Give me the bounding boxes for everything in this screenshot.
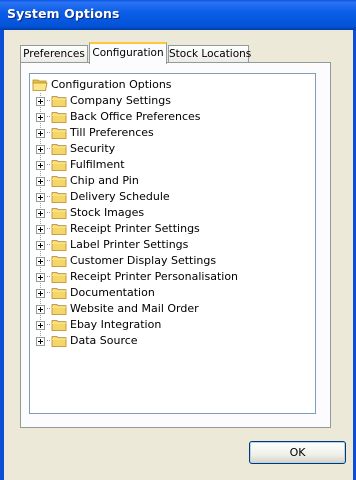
tree-root-label: Configuration Options [51, 78, 172, 91]
expand-plus-icon[interactable] [36, 288, 45, 298]
folder-icon [51, 176, 67, 187]
tree-connector [47, 260, 50, 262]
tree-connector [47, 100, 50, 102]
folder-icon [51, 336, 67, 347]
tree-connector [47, 196, 50, 198]
tree-connector [47, 116, 50, 118]
tree-item-label: Till Preferences [70, 126, 154, 139]
tree-item-label: Receipt Printer Settings [70, 222, 200, 235]
tree-item-label: Website and Mail Order [70, 302, 199, 315]
tree-item-label: Receipt Printer Personalisation [70, 270, 239, 283]
tab-preferences-label: Preferences [23, 48, 85, 60]
tree-connector [47, 180, 50, 182]
configuration-tree[interactable]: Configuration Options Company Settings Ba… [29, 73, 316, 414]
tree-connector [47, 164, 50, 166]
tree-connector [47, 324, 50, 326]
expand-plus-icon[interactable] [36, 128, 45, 138]
expand-plus-icon[interactable] [36, 320, 45, 330]
folder-icon [51, 288, 67, 299]
tree-item[interactable]: Delivery Schedule [36, 189, 171, 205]
tree-connector [47, 132, 50, 134]
tree-item[interactable]: Ebay Integration [36, 317, 162, 333]
tree-item[interactable]: Chip and Pin [36, 173, 140, 189]
title-bar[interactable]: System Options [0, 0, 356, 30]
open-folder-icon [32, 79, 48, 91]
tab-configuration[interactable]: Configuration [89, 42, 167, 64]
folder-icon [51, 144, 67, 155]
tree-item-label: Back Office Preferences [70, 110, 201, 123]
tree-item[interactable]: Company Settings [36, 93, 172, 109]
folder-icon [51, 304, 67, 315]
tab-configuration-label: Configuration [92, 47, 164, 59]
tree-item-label: Documentation [70, 286, 155, 299]
tree-item[interactable]: Back Office Preferences [36, 109, 202, 125]
tree-item[interactable]: Data Source [36, 333, 139, 349]
tab-stock-locations-label: Stock Locations [169, 48, 252, 60]
tree-connector [47, 148, 50, 150]
tree-item-label: Data Source [70, 334, 138, 347]
expand-plus-icon[interactable] [36, 144, 45, 154]
tree-item[interactable]: Stock Images [36, 205, 145, 221]
folder-icon [51, 160, 67, 171]
tree-connector [47, 276, 50, 278]
expand-plus-icon[interactable] [36, 240, 45, 250]
ok-button[interactable]: OK [249, 441, 346, 464]
tree-connector [47, 308, 50, 310]
tree-item[interactable]: Customer Display Settings [36, 253, 217, 269]
expand-plus-icon[interactable] [36, 160, 45, 170]
folder-icon [51, 240, 67, 251]
tree-item[interactable]: Receipt Printer Personalisation [36, 269, 239, 285]
folder-icon [51, 112, 67, 123]
tree-connector [47, 212, 50, 214]
folder-icon [51, 96, 67, 107]
folder-icon [51, 224, 67, 235]
tab-preferences[interactable]: Preferences [20, 45, 88, 62]
tree-item-label: Chip and Pin [70, 174, 139, 187]
folder-icon [51, 208, 67, 219]
tree-root[interactable]: Configuration Options [32, 77, 173, 93]
expand-plus-icon[interactable] [36, 96, 45, 106]
tree-item-label: Fulfilment [70, 158, 125, 171]
tree-item-label: Company Settings [70, 94, 171, 107]
tree-connector [47, 292, 50, 294]
system-options-window: System Options Preferences Configuration… [0, 0, 356, 480]
expand-plus-icon[interactable] [36, 272, 45, 282]
tree-item[interactable]: Label Printer Settings [36, 237, 189, 253]
folder-icon [51, 272, 67, 283]
tree-item-label: Stock Images [70, 206, 145, 219]
folder-icon [51, 192, 67, 203]
tree-item-label: Label Printer Settings [70, 238, 189, 251]
tree-item-label: Ebay Integration [70, 318, 162, 331]
tree-item-label: Security [70, 142, 116, 155]
expand-plus-icon[interactable] [36, 176, 45, 186]
tree-item[interactable]: Website and Mail Order [36, 301, 200, 317]
expand-plus-icon[interactable] [36, 224, 45, 234]
tree-connector [47, 228, 50, 230]
tree-item[interactable]: Fulfilment [36, 157, 126, 173]
expand-plus-icon[interactable] [36, 256, 45, 266]
tree-connector [47, 244, 50, 246]
tree-item[interactable]: Documentation [36, 285, 156, 301]
expand-plus-icon[interactable] [36, 208, 45, 218]
tree-item[interactable]: Till Preferences [36, 125, 155, 141]
expand-plus-icon[interactable] [36, 336, 45, 346]
folder-icon [51, 256, 67, 267]
folder-icon [51, 320, 67, 331]
tree-item-label: Customer Display Settings [70, 254, 217, 267]
window-title: System Options [7, 6, 120, 21]
tab-stock-locations[interactable]: Stock Locations [168, 45, 252, 62]
expand-plus-icon[interactable] [36, 304, 45, 314]
tree-item[interactable]: Security [36, 141, 116, 157]
expand-plus-icon[interactable] [36, 192, 45, 202]
tree-item-label: Delivery Schedule [70, 190, 170, 203]
window-frame-left [0, 30, 4, 480]
folder-icon [51, 128, 67, 139]
tree-item[interactable]: Receipt Printer Settings [36, 221, 201, 237]
expand-plus-icon[interactable] [36, 112, 45, 122]
tree-connector [47, 340, 50, 342]
